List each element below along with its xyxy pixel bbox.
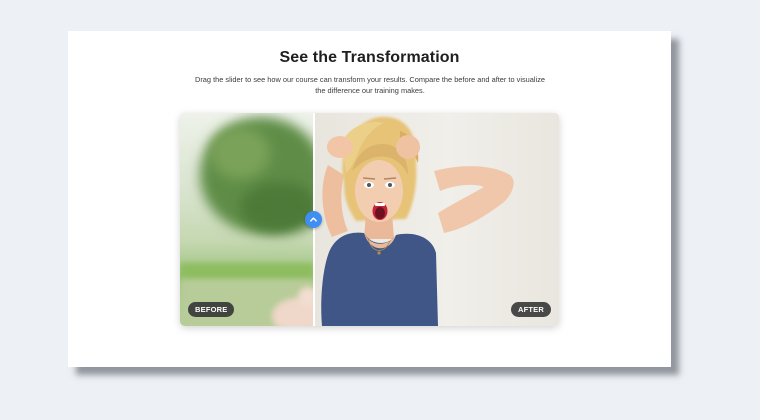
before-image	[180, 113, 314, 326]
chevron-up-icon	[309, 215, 318, 224]
before-after-slider[interactable]: BEFORE AFTER	[180, 113, 559, 326]
transformation-section: See the Transformation Drag the slider t…	[68, 31, 671, 367]
after-label: AFTER	[511, 302, 551, 317]
before-label: BEFORE	[188, 302, 235, 317]
section-description: Drag the slider to see how our course ca…	[195, 75, 545, 95]
slider-handle[interactable]	[305, 211, 322, 228]
section-title: See the Transformation	[279, 49, 460, 66]
after-image	[314, 113, 559, 326]
